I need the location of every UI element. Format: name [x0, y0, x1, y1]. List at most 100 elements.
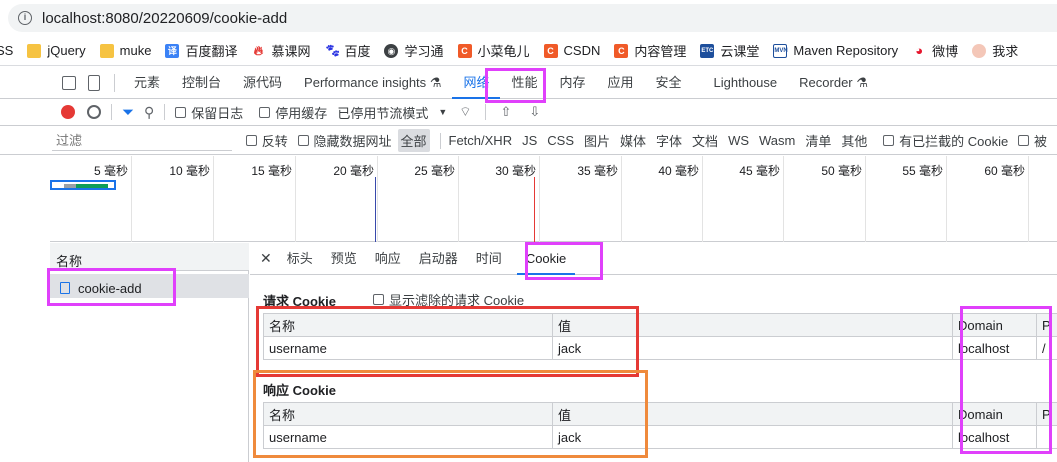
bookmark-content-mgmt[interactable]: C 内容管理: [614, 41, 686, 60]
preserve-log-label: 保留日志: [191, 105, 244, 121]
disable-cache-label: 停用缓存: [275, 105, 328, 121]
info-icon[interactable]: i: [18, 11, 32, 25]
bookmark-imooc[interactable]: 🔥︎ 慕课网: [251, 41, 311, 60]
network-toolbar: ⏷ ⚲ 保留日志 停用缓存 已停用节流模式 ▼ ⌔ ⇧ ⇩: [0, 99, 1057, 126]
timeline-tick: 30 毫秒: [459, 156, 540, 242]
bookmark-label: SS: [0, 43, 14, 58]
request-list-header[interactable]: 名称: [50, 243, 249, 271]
tab-label: Performance insights: [304, 74, 427, 90]
bookmark-label: CSDN: [563, 43, 601, 58]
bookmark-chaoxing[interactable]: ◉ 学习通: [384, 41, 444, 60]
bookmark-jquery[interactable]: jQuery: [27, 43, 86, 58]
bookmark-label: 我求: [992, 44, 1019, 59]
bookmark-xiaocaigui[interactable]: C 小菜龟儿: [457, 41, 530, 60]
bookmark-label: 慕课网: [271, 44, 311, 59]
type-filter-font[interactable]: 字体: [656, 131, 682, 150]
bookmark-ss[interactable]: SS: [0, 43, 13, 58]
timeline-tick: 40 毫秒: [622, 156, 703, 242]
folder-icon: [99, 43, 114, 58]
divider: [164, 104, 166, 120]
blocked-requests-checkbox[interactable]: [1018, 135, 1029, 146]
filter-input[interactable]: [52, 130, 232, 151]
etc-icon: ETC: [700, 43, 715, 58]
type-filter-xhr[interactable]: Fetch/XHR: [449, 133, 513, 148]
type-filter-css[interactable]: CSS: [547, 133, 574, 148]
inspect-element-icon[interactable]: [62, 75, 76, 90]
invert-label: 反转: [261, 134, 288, 149]
detail-tab-initiator[interactable]: 启动器: [410, 243, 467, 275]
bookmark-csdn[interactable]: C CSDN: [543, 43, 601, 58]
csdn-c-icon: C: [457, 43, 472, 58]
blocked-cookies-checkbox[interactable]: [883, 135, 895, 146]
type-filter-other[interactable]: 其他: [841, 131, 867, 150]
timeline-tick: 45 毫秒: [703, 156, 784, 242]
tab-lighthouse[interactable]: Lighthouse: [703, 67, 789, 99]
divider: [114, 73, 115, 92]
type-filter-js[interactable]: JS: [522, 133, 537, 148]
detail-tab-response[interactable]: 响应: [366, 243, 410, 275]
bookmark-label: Maven Repository: [793, 43, 899, 58]
blocked-requests-label: 被: [1034, 134, 1048, 149]
divider: [439, 132, 441, 149]
tab-recorder[interactable]: Recorder ⚗: [788, 67, 879, 99]
timeline-tick: 25 毫秒: [378, 156, 459, 242]
device-toolbar-icon[interactable]: [88, 74, 100, 91]
import-har-icon[interactable]: ⇧: [500, 104, 511, 120]
bookmark-label: 云课堂: [720, 44, 760, 59]
bookmark-maven[interactable]: MVN Maven Repository: [773, 43, 898, 58]
clear-icon[interactable]: [87, 105, 101, 119]
csdn-c-icon: C: [614, 43, 629, 58]
type-filter-wasm[interactable]: Wasm: [759, 133, 795, 148]
type-filter-media[interactable]: 媒体: [620, 131, 646, 150]
export-har-icon[interactable]: ⇩: [529, 104, 540, 120]
timeline-tick: 10 毫秒: [132, 156, 214, 242]
bookmark-baidu-translate[interactable]: 译百度翻译: [165, 41, 237, 60]
tab-performance-insights[interactable]: Performance insights ⚗: [293, 67, 452, 99]
tab-console[interactable]: 控制台: [171, 67, 232, 99]
tab-memory[interactable]: 内存: [548, 67, 596, 99]
show-filtered-checkbox[interactable]: [373, 294, 384, 305]
hide-data-urls-label: 隐藏数据网址: [313, 134, 392, 149]
address-bar[interactable]: i localhost:8080/20220609/cookie-add: [8, 4, 1057, 32]
divider: [485, 104, 487, 120]
request-detail-tabs: ✕ 标头 预览 响应 启动器 时间 Cookie: [250, 243, 1057, 275]
wifi-settings-icon[interactable]: ⌔: [459, 104, 471, 120]
disable-cache-checkbox[interactable]: [259, 106, 271, 118]
type-filter-img[interactable]: 图片: [584, 131, 610, 150]
chevron-down-icon[interactable]: ▼: [438, 107, 447, 117]
tab-security[interactable]: 安全: [645, 67, 693, 99]
record-icon[interactable]: [61, 105, 75, 119]
detail-tab-preview[interactable]: 预览: [322, 243, 366, 275]
timeline-overview[interactable]: 5 毫秒 10 毫秒 15 毫秒 20 毫秒 25 毫秒 30 毫秒 35 毫秒…: [50, 156, 1057, 242]
bookmark-yunketang[interactable]: ETC 云课堂: [700, 41, 759, 60]
bookmark-weibo[interactable]: ◕ 微博: [912, 41, 958, 60]
filter-icon[interactable]: ⏷: [122, 104, 134, 121]
invert-checkbox[interactable]: [246, 135, 257, 146]
type-filter-all[interactable]: 全部: [397, 129, 430, 152]
highlight-response-cookies: [253, 370, 648, 458]
csdn-c-icon: C: [543, 43, 558, 58]
bookmark-baidu[interactable]: 🐾︎ 百度: [324, 41, 370, 60]
filter-bar: 反转 隐藏数据网址 全部 Fetch/XHR JS CSS 图片 媒体 字体 文…: [0, 127, 1057, 155]
bookmark-muke[interactable]: muke: [99, 43, 151, 58]
detail-tab-timing[interactable]: 时间: [467, 243, 511, 275]
throttling-select[interactable]: 已停用节流模式: [337, 103, 428, 122]
load-event-line: [534, 177, 535, 242]
close-icon[interactable]: ✕: [260, 250, 272, 267]
divider: [111, 104, 112, 120]
preserve-log-checkbox[interactable]: [175, 106, 187, 118]
timeline-tick: 50 毫秒: [784, 156, 866, 242]
search-icon[interactable]: ⚲: [144, 104, 154, 121]
tab-application[interactable]: 应用: [597, 67, 645, 99]
url-text[interactable]: localhost:8080/20220609/cookie-add: [42, 10, 287, 27]
type-filter-manifest[interactable]: 清单: [805, 131, 831, 150]
detail-tab-headers[interactable]: 标头: [278, 243, 322, 275]
avatar-icon: [972, 43, 987, 58]
request-bar-wait: [76, 184, 108, 188]
bookmark-last[interactable]: 我求: [972, 41, 1018, 60]
tab-elements[interactable]: 元素: [123, 67, 171, 99]
type-filter-doc[interactable]: 文档: [692, 131, 718, 150]
hide-data-urls-checkbox[interactable]: [297, 135, 309, 146]
type-filter-ws[interactable]: WS: [728, 133, 749, 148]
tab-sources[interactable]: 源代码: [232, 67, 293, 99]
